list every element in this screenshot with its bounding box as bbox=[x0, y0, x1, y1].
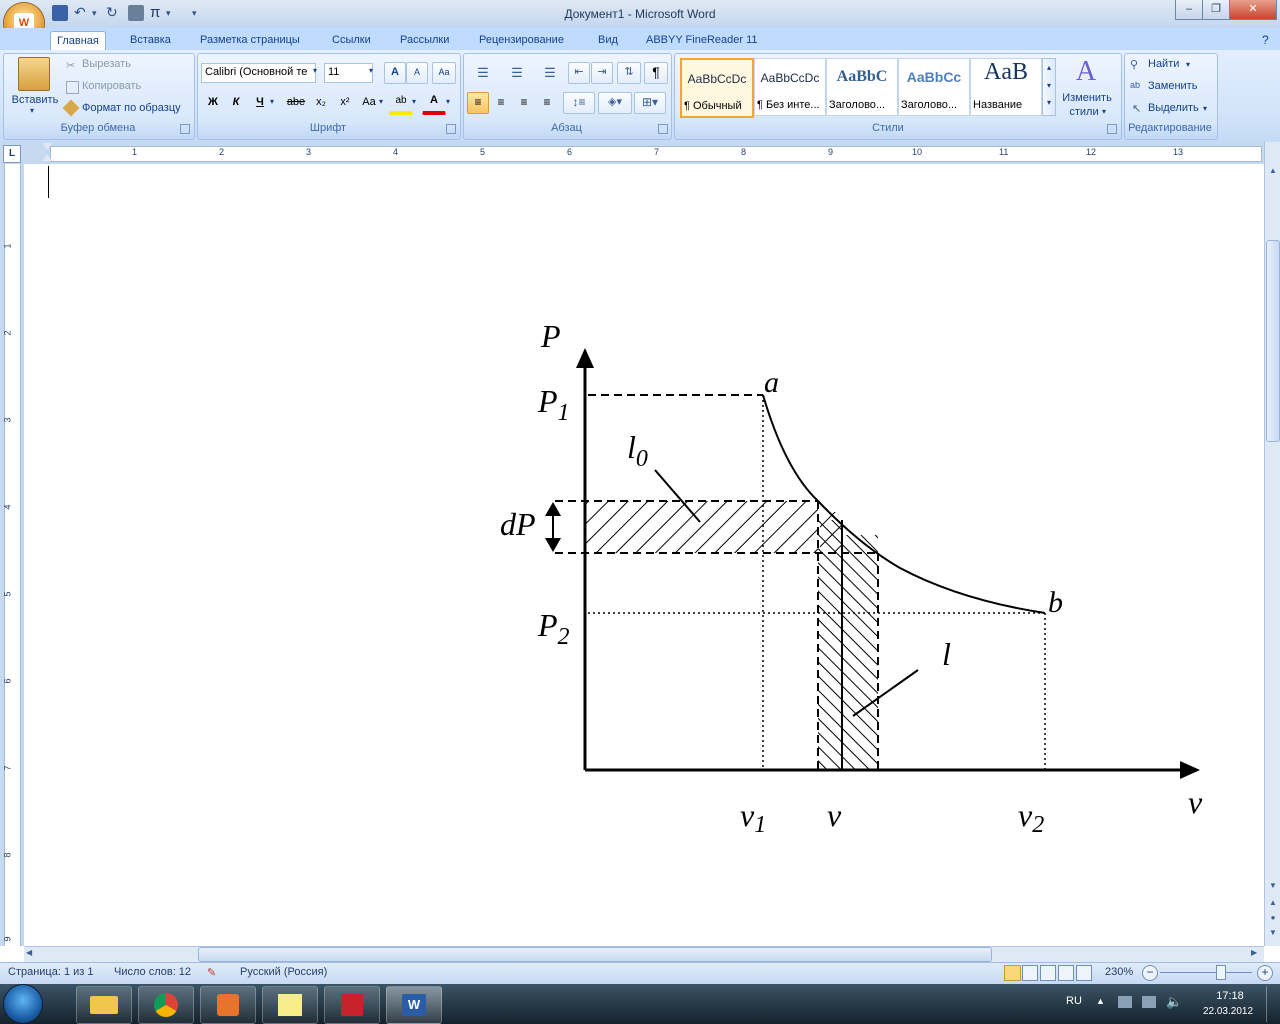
show-desktop-button[interactable] bbox=[1266, 986, 1279, 1022]
label-l: l bbox=[942, 636, 951, 672]
label-l0-sub: 0 bbox=[636, 446, 648, 472]
sticky-notes-taskbar-icon[interactable] bbox=[262, 986, 318, 1024]
label-v1-sub: 1 bbox=[754, 812, 766, 838]
acrobat-taskbar-icon[interactable] bbox=[324, 986, 380, 1024]
label-v2-main: v bbox=[1018, 797, 1033, 833]
dp-arrow-up-icon bbox=[545, 502, 561, 516]
hatched-corner bbox=[820, 512, 842, 553]
web-layout-icon[interactable] bbox=[1040, 965, 1056, 981]
label-v1: v1 bbox=[740, 797, 766, 838]
hatched-band-horizontal bbox=[586, 501, 818, 553]
word-taskbar-icon[interactable]: W bbox=[386, 986, 442, 1024]
scroll-right-icon[interactable]: ▶ bbox=[1251, 948, 1257, 957]
hatched-strip-vertical-right bbox=[842, 535, 878, 770]
dp-arrow-down-icon bbox=[545, 538, 561, 552]
next-page-icon[interactable]: ▼ bbox=[1267, 928, 1279, 937]
draft-icon[interactable] bbox=[1076, 965, 1092, 981]
label-v2-sub: 2 bbox=[1032, 812, 1044, 838]
zoom-in-icon[interactable]: + bbox=[1257, 965, 1273, 981]
label-P1-sub: 1 bbox=[558, 400, 570, 426]
view-buttons bbox=[1004, 965, 1092, 981]
clock-date[interactable]: 22.03.2012 bbox=[1196, 1006, 1260, 1017]
input-language[interactable]: RU bbox=[1066, 995, 1082, 1007]
label-P2-sub: 2 bbox=[558, 624, 570, 650]
vertical-scroll-thumb[interactable] bbox=[1266, 240, 1280, 442]
volume-icon[interactable]: 🔈 bbox=[1166, 994, 1182, 1010]
label-P: P bbox=[540, 318, 561, 354]
label-P1-main: P bbox=[537, 383, 558, 419]
label-P2-main: P bbox=[537, 607, 558, 643]
label-l0: l0 bbox=[627, 429, 648, 472]
label-P1: P1 bbox=[537, 383, 570, 426]
action-center-icon[interactable] bbox=[1118, 996, 1132, 1008]
p-axis-arrow-icon bbox=[576, 348, 594, 368]
label-v1-main: v bbox=[740, 797, 755, 833]
scroll-left-icon[interactable]: ◀ bbox=[26, 948, 32, 957]
label-v-mid: v bbox=[827, 797, 842, 833]
label-a: a bbox=[764, 366, 779, 399]
zoom-out-icon[interactable]: − bbox=[1142, 965, 1158, 981]
explorer-taskbar-icon[interactable] bbox=[76, 986, 132, 1024]
clock-time[interactable]: 17:18 bbox=[1208, 990, 1252, 1002]
v-axis-arrow-icon bbox=[1180, 761, 1200, 779]
browse-object-icon[interactable]: ● bbox=[1267, 913, 1279, 922]
label-P2: P2 bbox=[537, 607, 570, 650]
full-screen-reading-icon[interactable] bbox=[1022, 965, 1038, 981]
network-icon[interactable] bbox=[1142, 996, 1156, 1008]
show-hidden-icons-icon[interactable]: ▲ bbox=[1096, 996, 1105, 1006]
previous-page-icon[interactable]: ▲ bbox=[1267, 898, 1279, 907]
page-count[interactable]: Страница: 1 из 1 bbox=[8, 966, 94, 978]
scroll-up-icon[interactable]: ▲ bbox=[1267, 166, 1279, 175]
label-b: b bbox=[1048, 586, 1063, 619]
label-l0-main: l bbox=[627, 429, 636, 465]
outline-icon[interactable] bbox=[1058, 965, 1074, 981]
language-indicator[interactable]: Русский (Россия) bbox=[240, 966, 327, 978]
print-layout-icon[interactable] bbox=[1004, 965, 1021, 981]
label-dP: dP bbox=[500, 506, 536, 542]
word-count[interactable]: Число слов: 12 bbox=[114, 966, 191, 978]
label-v-axis: v bbox=[1188, 784, 1203, 820]
hatched-strip-vertical bbox=[818, 520, 842, 770]
horizontal-scroll-thumb[interactable] bbox=[198, 947, 992, 962]
pv-diagram: P P1 P2 dP a b l0 l v v1 v v2 bbox=[500, 318, 1203, 838]
chrome-taskbar-icon[interactable] bbox=[138, 986, 194, 1024]
media-player-taskbar-icon[interactable] bbox=[200, 986, 256, 1024]
start-button[interactable] bbox=[4, 985, 42, 1023]
zoom-level[interactable]: 230% bbox=[1105, 966, 1133, 978]
zoom-slider-track[interactable] bbox=[1160, 972, 1252, 973]
zoom-slider-thumb[interactable] bbox=[1216, 965, 1226, 980]
label-v2: v2 bbox=[1018, 797, 1044, 838]
proofing-icon[interactable]: ✎ bbox=[207, 966, 216, 979]
scroll-down-icon[interactable]: ▼ bbox=[1267, 881, 1279, 890]
